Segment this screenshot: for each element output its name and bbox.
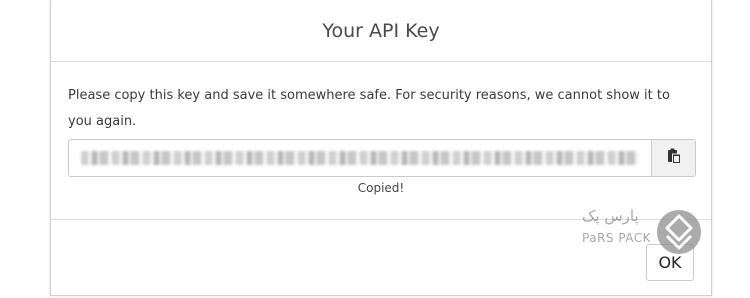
watermark-text-en: PaRS PACK (582, 231, 652, 245)
api-key-input[interactable] (69, 140, 651, 176)
modal-title: Your API Key (322, 19, 440, 42)
api-key-blurred-value (81, 151, 639, 165)
parspack-logo-icon (654, 209, 704, 259)
backdrop-left (0, 0, 50, 298)
security-message: Please copy this key and save it somewhe… (68, 88, 670, 129)
api-key-field-group (68, 139, 696, 177)
copied-status: Copied! (357, 181, 405, 195)
watermark-text-fa: پارس پک (582, 207, 639, 225)
clipboard-icon (667, 148, 681, 168)
backdrop-right (712, 0, 750, 298)
modal-body: Please copy this key and save it somewhe… (51, 62, 711, 219)
modal-header: Your API Key (51, 0, 711, 62)
parspack-watermark: پارس پک PaRS PACK (582, 207, 707, 255)
copy-button[interactable] (651, 140, 695, 176)
